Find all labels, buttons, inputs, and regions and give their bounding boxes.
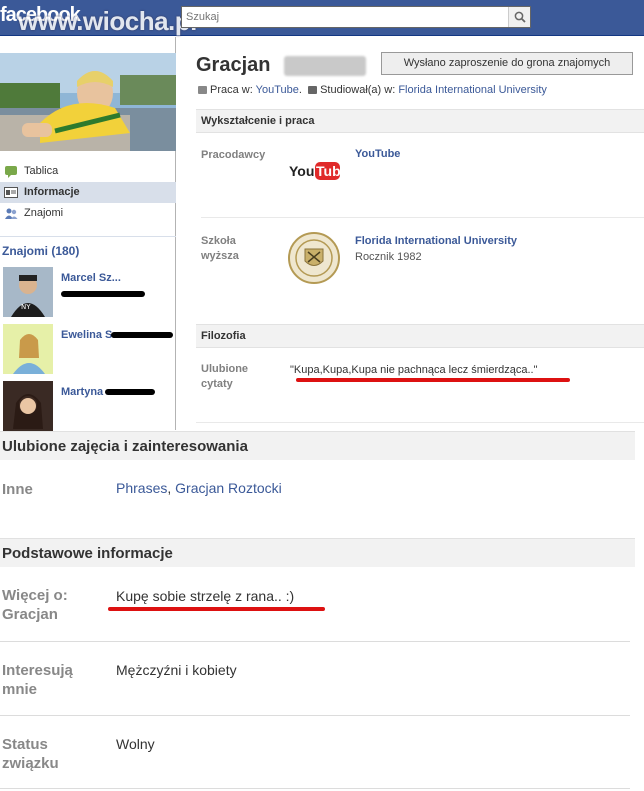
- friends-title[interactable]: Znajomi (180): [2, 244, 79, 258]
- friend-item[interactable]: Ewelina S...: [3, 324, 176, 376]
- divider: [0, 236, 176, 237]
- favorite-quote: "Kupa,Kupa,Kupa nie pachnąca lecz śmierd…: [290, 364, 538, 376]
- study-link[interactable]: Florida International University: [398, 84, 547, 96]
- friend-photo[interactable]: [3, 324, 53, 374]
- interested-in-value: Mężczyźni i kobiety: [116, 662, 237, 678]
- section-header-philosophy: Filozofia: [196, 324, 644, 348]
- other-label: Inne: [2, 481, 33, 498]
- relationship-status-label: Status związku: [2, 736, 59, 772]
- nav-item-info[interactable]: Informacje: [0, 182, 176, 203]
- employers-label: Pracodawcy: [201, 149, 266, 161]
- search-icon: [514, 11, 526, 23]
- quotes-label: Ulubione cytaty: [201, 363, 249, 390]
- interest-link-person[interactable]: Gracjan Roztocki: [175, 480, 282, 496]
- info-icon: [4, 186, 18, 199]
- more-about-label: Więcej o: Gracjan: [2, 587, 68, 623]
- top-bar: facebook www.wiocha.pl: [0, 0, 644, 36]
- friend-item[interactable]: NY Marcel Sz...: [3, 267, 176, 319]
- friend-name[interactable]: Marcel Sz...: [61, 271, 151, 286]
- svg-text:NY: NY: [21, 303, 31, 311]
- work-prefix: Praca w:: [210, 84, 253, 96]
- other-value: Phrases, Gracjan Roztocki: [116, 480, 282, 496]
- divider: [0, 788, 630, 789]
- study-prefix: Studiował(a) w:: [320, 84, 396, 96]
- more-about-value: Kupę sobie strzelę z rana.. :): [116, 588, 295, 604]
- school-year: Rocznik 1982: [355, 251, 422, 263]
- employer-link[interactable]: YouTube: [355, 148, 400, 160]
- school-link[interactable]: Florida International University: [355, 235, 517, 247]
- school-label: Szkoła wyższa: [201, 235, 239, 262]
- divider: [196, 422, 644, 423]
- nav-label-info: Informacje: [24, 186, 80, 198]
- censor-mark: [105, 389, 155, 395]
- nav-item-friends[interactable]: Znajomi: [0, 203, 176, 224]
- search-input[interactable]: [182, 7, 508, 27]
- svg-text:Tube: Tube: [316, 163, 344, 179]
- friend-request-sent-button[interactable]: Wysłano zaproszenie do grona znajomych: [381, 52, 633, 75]
- youtube-logo[interactable]: You Tube: [288, 160, 349, 182]
- censor-mark: [61, 291, 145, 297]
- wall-icon: [4, 165, 18, 178]
- red-marker-underline: [108, 607, 325, 611]
- friends-icon: [4, 207, 18, 220]
- divider: [0, 641, 630, 642]
- university-seal-logo[interactable]: [288, 232, 340, 284]
- interested-in-label: Interesują mnie: [2, 662, 73, 698]
- graduation-cap-icon: [308, 86, 318, 94]
- relationship-status-value: Wolny: [116, 736, 155, 752]
- friend-item[interactable]: Martyna: [3, 381, 176, 433]
- briefcase-icon: [198, 86, 207, 94]
- section-header-basic-info: Podstawowe informacje: [0, 538, 635, 567]
- nav-item-wall[interactable]: Tablica: [0, 161, 176, 182]
- search-box[interactable]: [181, 6, 531, 28]
- nav-label-wall: Tablica: [24, 165, 59, 177]
- watermark-text: www.wiocha.pl: [18, 6, 197, 36]
- nav-label-friends: Znajomi: [24, 207, 64, 219]
- left-navigation: Tablica Informacje Znajomi: [0, 161, 176, 224]
- friend-photo[interactable]: NY: [3, 267, 53, 317]
- section-header-education: Wykształcenie i praca: [196, 109, 644, 133]
- interest-link-phrases[interactable]: Phrases: [116, 480, 167, 496]
- friend-photo[interactable]: [3, 381, 53, 431]
- censor-mark: [111, 332, 173, 338]
- svg-text:You: You: [289, 163, 314, 179]
- work-link[interactable]: YouTube: [256, 84, 299, 96]
- profile-name: Gracjan: [196, 54, 271, 76]
- profile-photo[interactable]: [0, 53, 176, 151]
- section-header-interests: Ulubione zajęcia i zainteresowania: [0, 431, 635, 460]
- divider: [0, 715, 630, 716]
- work-study-line: Praca w: YouTube. Studiował(a) w: Florid…: [198, 84, 547, 96]
- red-marker-underline: [296, 378, 570, 382]
- divider: [201, 217, 644, 218]
- search-button[interactable]: [508, 7, 530, 27]
- blurred-surname: [284, 56, 366, 76]
- left-column: Tablica Informacje Znajomi Znajomi (180)…: [0, 37, 176, 433]
